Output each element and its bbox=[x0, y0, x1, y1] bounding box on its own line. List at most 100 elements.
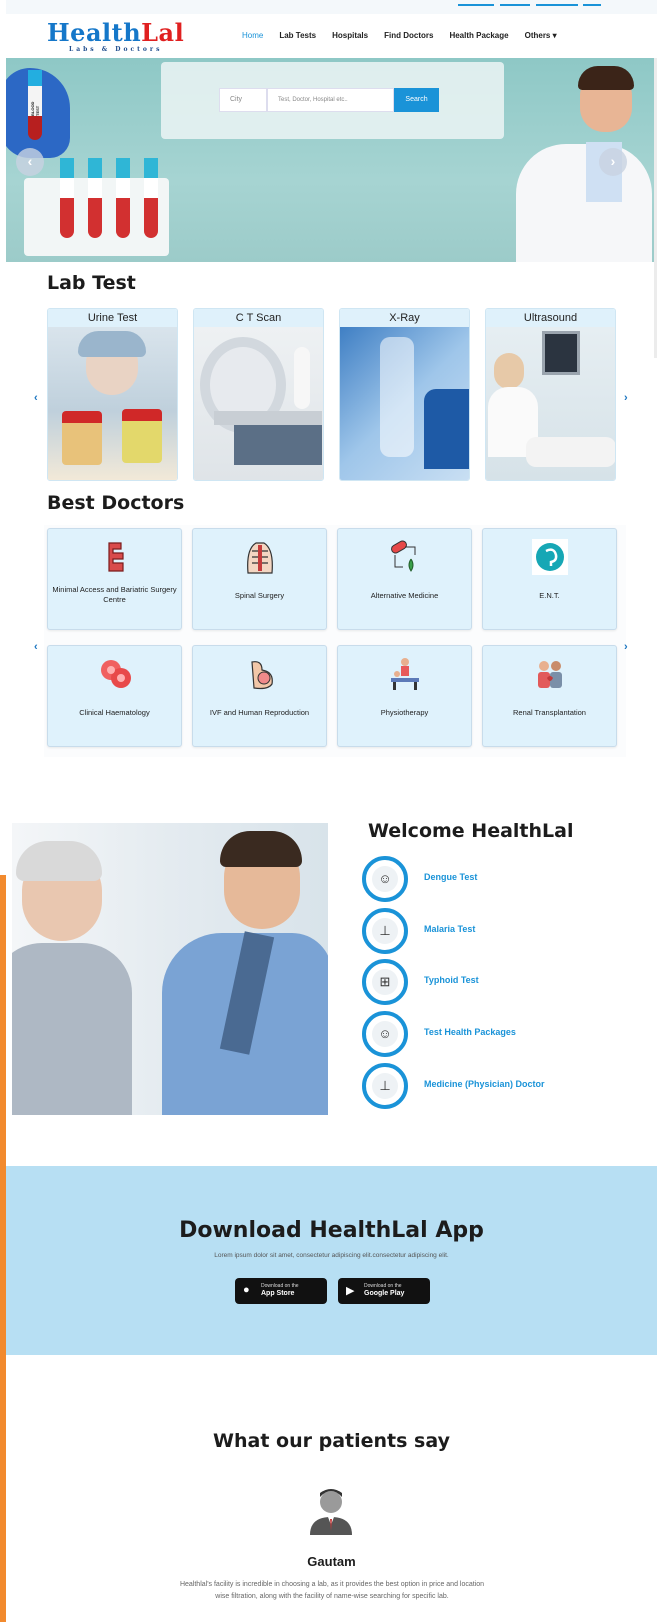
download-app-section: Download HealthLal App Lorem ipsum dolor… bbox=[6, 1166, 657, 1355]
welcome-item[interactable]: ⊥ Malaria Test bbox=[362, 908, 622, 954]
specialty-label: Alternative Medicine bbox=[370, 591, 439, 600]
welcome-item[interactable]: ☺ Test Health Packages bbox=[362, 1011, 622, 1057]
specialty-card[interactable]: Renal Transplantation bbox=[482, 645, 617, 747]
lab-prev-arrow[interactable]: ‹ bbox=[34, 392, 38, 404]
logo-tagline: Labs & Doctors bbox=[69, 46, 163, 53]
nav-home[interactable]: Home bbox=[242, 31, 263, 40]
lab-card-label: Ultrasound bbox=[486, 309, 615, 327]
search-button[interactable]: Search bbox=[394, 88, 439, 112]
bed-icon: ⊥ bbox=[372, 918, 398, 944]
app-store-line2: App Store bbox=[261, 1290, 295, 1297]
capsule-herb-icon bbox=[390, 540, 415, 572]
lab-next-arrow[interactable]: › bbox=[624, 392, 628, 404]
lab-card-label: Urine Test bbox=[48, 309, 177, 327]
doctors-next-arrow[interactable]: › bbox=[624, 641, 628, 653]
specialty-label: E.N.T. bbox=[539, 591, 560, 600]
doctor-icon: ☺ bbox=[372, 866, 398, 892]
app-store-button[interactable]: ● Download on the App Store bbox=[235, 1278, 327, 1304]
city-input[interactable]: City bbox=[219, 88, 267, 112]
kidney-icon bbox=[537, 661, 562, 688]
user-avatar-icon bbox=[310, 1489, 352, 1535]
app-store-line1: Download on the bbox=[261, 1283, 299, 1289]
nav-health-package[interactable]: Health Package bbox=[449, 31, 508, 40]
doctors-prev-arrow[interactable]: ‹ bbox=[34, 641, 38, 653]
main-nav: Home Lab Tests Hospitals Find Doctors He… bbox=[242, 31, 557, 40]
specialty-card[interactable]: Clinical Haematology bbox=[47, 645, 182, 747]
test-tube bbox=[144, 158, 158, 238]
hero-next-button[interactable]: › bbox=[599, 148, 627, 176]
best-doctors-heading: Best Doctors bbox=[47, 492, 185, 514]
page: HealthLal Labs & Doctors Home Lab Tests … bbox=[6, 0, 657, 1622]
hero-banner: BLOOD TEST City Test, Doctor, Hospital e… bbox=[6, 58, 657, 262]
specialty-label: IVF and Human Reproduction bbox=[209, 708, 310, 717]
ent-icon bbox=[531, 539, 568, 575]
testimonial-name: Gautam bbox=[307, 1554, 356, 1569]
logo-health: Health bbox=[47, 18, 142, 47]
nav-lab-tests[interactable]: Lab Tests bbox=[279, 31, 316, 40]
logo[interactable]: HealthLal Labs & Doctors bbox=[47, 18, 185, 54]
lab-test-heading: Lab Test bbox=[47, 272, 136, 294]
lab-card-x-ray[interactable]: X-Ray bbox=[339, 308, 470, 481]
google-play-line1: Download on the bbox=[364, 1283, 402, 1289]
spine-icon bbox=[246, 542, 273, 574]
search-input[interactable]: Test, Doctor, Hospital etc.. bbox=[267, 88, 394, 112]
top-strip bbox=[6, 0, 657, 14]
doctor-icon: ☺ bbox=[372, 1021, 398, 1047]
welcome-item[interactable]: ⊥ Medicine (Physician) Doctor bbox=[362, 1063, 622, 1109]
lab-card-ultrasound[interactable]: Ultrasound bbox=[485, 308, 616, 481]
testimonial-quote: Healthlal's facility is incredible in ch… bbox=[179, 1581, 485, 1600]
welcome-item-label[interactable]: Typhoid Test bbox=[424, 975, 479, 985]
bed-icon: ⊥ bbox=[372, 1073, 398, 1099]
lab-card-label: C T Scan bbox=[194, 309, 323, 327]
pregnancy-icon bbox=[250, 661, 273, 690]
specialty-card[interactable]: Minimal Access and Bariatric Surgery Cen… bbox=[47, 528, 182, 630]
blood-cells-icon bbox=[100, 660, 131, 688]
search-panel: City Test, Doctor, Hospital etc.. Search bbox=[161, 62, 504, 139]
specialty-card[interactable]: E.N.T. bbox=[482, 528, 617, 630]
lab-card-ct-scan[interactable]: C T Scan bbox=[193, 308, 324, 481]
urine-test-image bbox=[48, 327, 177, 480]
nav-hospitals[interactable]: Hospitals bbox=[332, 31, 368, 40]
specialty-card[interactable]: IVF and Human Reproduction bbox=[192, 645, 327, 747]
hero-prev-button[interactable]: ‹ bbox=[16, 148, 44, 176]
welcome-item-label[interactable]: Medicine (Physician) Doctor bbox=[424, 1079, 545, 1089]
specialty-label: Physiotherapy bbox=[380, 708, 429, 717]
network-icon: ⊞ bbox=[372, 969, 398, 995]
welcome-item[interactable]: ⊞ Typhoid Test bbox=[362, 959, 622, 1005]
nav-find-doctors[interactable]: Find Doctors bbox=[384, 31, 433, 40]
nav-others-dropdown[interactable]: Others ▾ bbox=[525, 31, 557, 40]
welcome-item-label[interactable]: Test Health Packages bbox=[424, 1027, 516, 1037]
welcome-item[interactable]: ☺ Dengue Test bbox=[362, 856, 622, 902]
lab-card-label: X-Ray bbox=[340, 309, 469, 327]
welcome-item-label[interactable]: Malaria Test bbox=[424, 924, 475, 934]
physiotherapy-icon bbox=[390, 658, 419, 690]
specialty-card[interactable]: Physiotherapy bbox=[337, 645, 472, 747]
navbar: HealthLal Labs & Doctors Home Lab Tests … bbox=[6, 14, 657, 58]
play-icon: ▶ bbox=[346, 1285, 355, 1297]
testimonials-heading: What our patients say bbox=[213, 1430, 450, 1452]
x-ray-image bbox=[340, 327, 469, 480]
logo-lal: Lal bbox=[141, 18, 185, 47]
test-tube bbox=[88, 158, 102, 238]
specialty-card[interactable]: Spinal Surgery bbox=[192, 528, 327, 630]
intestine-icon bbox=[107, 542, 124, 572]
specialty-card[interactable]: Alternative Medicine bbox=[337, 528, 472, 630]
specialty-label: Renal Transplantation bbox=[513, 708, 586, 717]
welcome-item-label[interactable]: Dengue Test bbox=[424, 872, 477, 882]
download-heading: Download HealthLal App bbox=[179, 1218, 484, 1243]
lab-card-urine-test[interactable]: Urine Test bbox=[47, 308, 178, 481]
ultrasound-image bbox=[486, 327, 615, 480]
specialty-label: Spinal Surgery bbox=[234, 591, 285, 600]
doctor-patient-image bbox=[12, 823, 328, 1115]
google-play-line2: Google Play bbox=[364, 1290, 405, 1297]
test-tube bbox=[116, 158, 130, 238]
specialty-label: Minimal Access and Bariatric Surgery Cen… bbox=[52, 585, 177, 604]
test-tube bbox=[60, 158, 74, 238]
specialty-label: Clinical Haematology bbox=[79, 708, 150, 717]
apple-icon: ● bbox=[243, 1284, 250, 1296]
download-subtitle: Lorem ipsum dolor sit amet, consectetur … bbox=[214, 1252, 449, 1259]
blood-tube-label: BLOOD TEST bbox=[30, 101, 40, 116]
blood-tube-image: BLOOD TEST bbox=[28, 70, 42, 140]
ct-scan-image bbox=[194, 327, 323, 480]
google-play-button[interactable]: ▶ Download on the Google Play bbox=[338, 1278, 430, 1304]
